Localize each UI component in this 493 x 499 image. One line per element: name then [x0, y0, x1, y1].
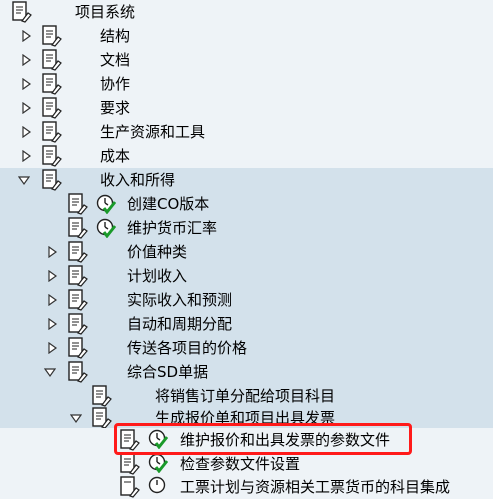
collapse-arrow-icon[interactable]	[70, 412, 82, 424]
expand-arrow-icon[interactable]	[20, 126, 32, 138]
tree-node-costs[interactable]: 成本	[0, 144, 493, 168]
document-folder-icon	[92, 407, 112, 429]
execute-clock-check-icon[interactable]	[148, 453, 168, 473]
document-folder-icon	[68, 337, 88, 359]
expand-arrow-icon[interactable]	[46, 342, 58, 354]
tree-node-documents[interactable]: 文档	[0, 48, 493, 72]
tree-node-transfer-prices[interactable]: 传送各项目的价格	[0, 336, 493, 360]
tree-node-label: 自动和周期分配	[127, 315, 233, 333]
document-folder-icon	[42, 73, 62, 95]
expand-arrow-icon[interactable]	[20, 78, 32, 90]
tree-node-label: 检查参数文件设置	[180, 455, 301, 473]
expand-arrow-icon[interactable]	[46, 246, 58, 258]
tree-node-label: 生产资源和工具	[100, 123, 206, 141]
execute-clock-check-icon[interactable]	[148, 476, 168, 496]
tree-node-auto-periodic-allocation[interactable]: 自动和周期分配	[0, 312, 493, 336]
expand-arrow-icon[interactable]	[20, 102, 32, 114]
document-folder-icon	[68, 241, 88, 263]
tree-node-label: 创建CO版本	[127, 195, 210, 213]
document-folder-icon	[68, 265, 88, 287]
document-icon	[120, 453, 140, 475]
tree-node-label: 协作	[100, 75, 131, 93]
tree-node-label: 将销售订单分配给项目科目	[155, 387, 336, 405]
expand-arrow-icon[interactable]	[20, 30, 32, 42]
tree-node-label: 维护货币汇率	[127, 219, 218, 237]
tree-node-check-profile-settings[interactable]: 检查参数文件设置	[0, 452, 493, 476]
expand-arrow-icon[interactable]	[46, 318, 58, 330]
collapse-arrow-icon[interactable]	[44, 366, 56, 378]
document-folder-icon	[68, 313, 88, 335]
document-folder-icon	[68, 289, 88, 311]
expand-arrow-icon[interactable]	[46, 270, 58, 282]
document-icon	[68, 217, 88, 239]
tree-node-label: 收入和所得	[100, 171, 176, 189]
execute-clock-check-icon[interactable]	[96, 194, 116, 214]
img-tree: 项目系统 结构 文档 协作 要求 生产资源和工具 成本 收入和所得 创建CO版本…	[0, 0, 493, 499]
tree-node-label: 计划收入	[127, 267, 188, 285]
tree-node-revenues-earnings[interactable]: 收入和所得	[0, 168, 493, 192]
expand-arrow-icon[interactable]	[20, 54, 32, 66]
tree-node-label: 文档	[100, 51, 131, 69]
tree-node-production-resources[interactable]: 生产资源和工具	[0, 120, 493, 144]
tree-node-structure[interactable]: 结构	[0, 24, 493, 48]
collapse-arrow-icon[interactable]	[18, 174, 30, 186]
tree-node-actual-revenues-forecast[interactable]: 实际收入和预测	[0, 288, 493, 312]
document-folder-icon	[42, 97, 62, 119]
expand-arrow-icon[interactable]	[20, 150, 32, 162]
tree-node-label: 价值种类	[127, 243, 188, 261]
tree-node-assign-sales-orders[interactable]: 将销售订单分配给项目科目	[0, 384, 493, 408]
tree-node-cut-off[interactable]: 工票计划与资源相关工票货币的科目集成	[0, 475, 493, 499]
document-icon	[68, 193, 88, 215]
tree-node-maintain-exchange-rates[interactable]: 维护货币汇率	[0, 216, 493, 240]
execute-clock-check-icon[interactable]	[96, 218, 116, 238]
tree-node-label: 成本	[100, 147, 131, 165]
tree-node-integrated-sd-documents[interactable]: 综合SD单据	[0, 360, 493, 384]
tree-node-label: 结构	[100, 27, 131, 45]
expand-arrow-icon[interactable]	[46, 294, 58, 306]
document-folder-icon	[68, 361, 88, 383]
tree-node-label: 实际收入和预测	[127, 291, 233, 309]
tree-node-label: 传送各项目的价格	[127, 339, 248, 357]
document-folder-icon	[42, 49, 62, 71]
highlight-box	[114, 423, 412, 455]
tree-node-requirements[interactable]: 要求	[0, 96, 493, 120]
tree-node-planned-revenues[interactable]: 计划收入	[0, 264, 493, 288]
tree-node-create-co-version[interactable]: 创建CO版本	[0, 192, 493, 216]
tree-node-label: 综合SD单据	[127, 363, 209, 381]
document-folder-icon	[42, 145, 62, 167]
document-folder-icon	[42, 25, 62, 47]
tree-node-label: 要求	[100, 99, 131, 117]
tree-node-project-system[interactable]: 项目系统	[0, 0, 493, 24]
document-folder-icon	[42, 121, 62, 143]
tree-node-collaboration[interactable]: 协作	[0, 72, 493, 96]
document-folder-icon	[42, 169, 62, 191]
tree-node-label: 工票计划与资源相关工票货币的科目集成	[180, 478, 451, 496]
tree-node-value-types[interactable]: 价值种类	[0, 240, 493, 264]
document-icon	[92, 385, 112, 407]
document-icon	[120, 476, 140, 498]
tree-node-label: 项目系统	[75, 3, 136, 21]
document-folder-icon	[12, 1, 32, 23]
